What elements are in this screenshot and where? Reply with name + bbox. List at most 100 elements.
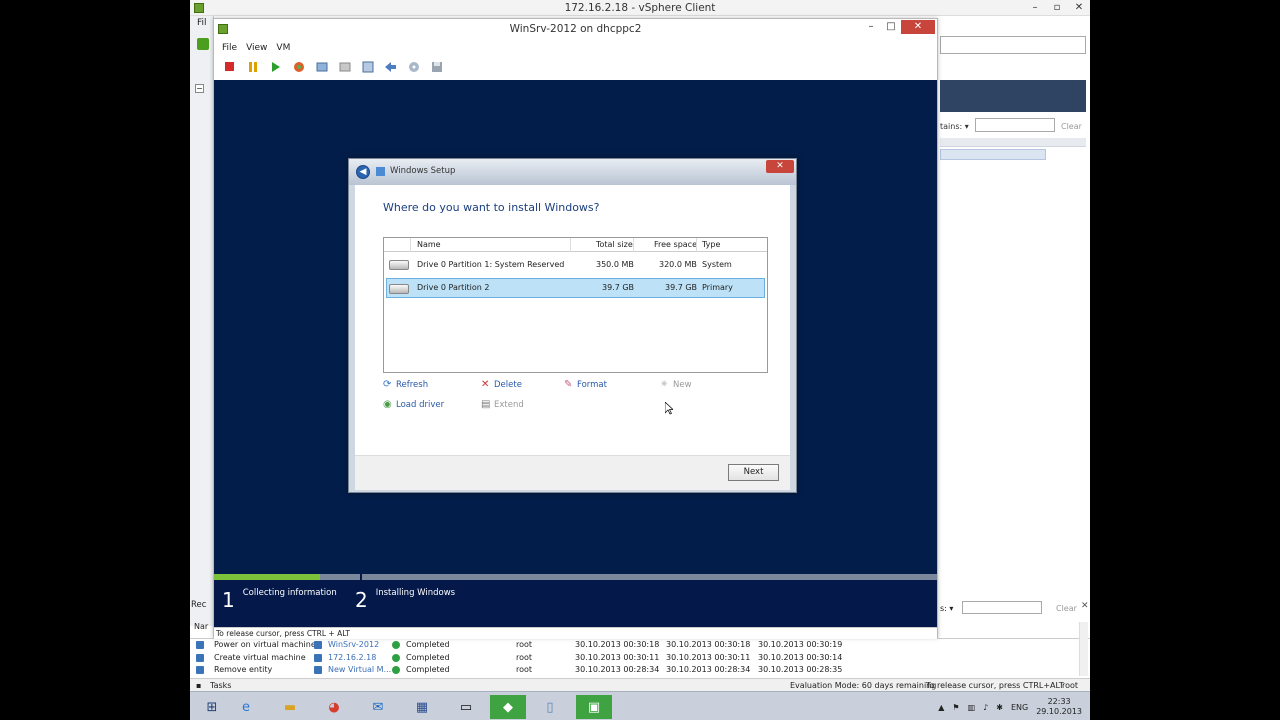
setup-progress-fill: [214, 574, 321, 580]
icon-column-header: [384, 238, 411, 252]
refresh-link[interactable]: ⟳ Refresh: [383, 379, 428, 391]
tasks-filter-input[interactable]: [962, 601, 1042, 614]
outer-minimize-button[interactable]: –: [1024, 0, 1046, 16]
vsphere-client-icon[interactable]: ▣: [576, 695, 612, 719]
task-requested: 30.10.2013 00:30:18: [575, 640, 660, 649]
vm-screen[interactable]: ◀ Windows Setup ✕ Where do you want to i…: [214, 80, 937, 574]
outer-file-menu-fragment[interactable]: Fil: [197, 18, 207, 28]
progress-separator: [360, 574, 362, 580]
new-label: New: [673, 380, 692, 390]
console-toolbar: [222, 59, 444, 74]
column-divider: [570, 238, 571, 252]
tree-collapse-icon[interactable]: −: [195, 84, 204, 93]
step-number: 2: [355, 588, 368, 612]
tray-bluetooth-icon[interactable]: ✱: [996, 703, 1003, 712]
task-status: Completed: [406, 653, 450, 662]
column-header-free-space[interactable]: Free space: [654, 238, 697, 252]
delete-link[interactable]: ✕ Delete: [481, 379, 522, 391]
stop-icon[interactable]: [222, 59, 237, 74]
next-button[interactable]: Next: [728, 464, 779, 481]
outer-title-bar: 172.16.2.18 - vSphere Client – ▫ ✕: [190, 0, 1090, 16]
outer-nav-icon[interactable]: [197, 38, 209, 50]
vsphere-icon[interactable]: ▦: [404, 695, 440, 719]
filter-input[interactable]: [975, 118, 1055, 132]
task-target[interactable]: WinSrv-2012: [328, 639, 379, 651]
filter-clear-link[interactable]: Clear: [1061, 122, 1082, 131]
table-row[interactable]: Power on virtual machine WinSrv-2012 Com…: [196, 639, 1086, 651]
format-link[interactable]: ✎ Format: [564, 380, 607, 391]
completed-icon: [392, 654, 400, 662]
table-row[interactable]: Remove entity New Virtual M... Completed…: [196, 664, 1086, 676]
chrome-icon[interactable]: ◕: [316, 695, 352, 719]
back-arrow-icon[interactable]: ◀: [356, 165, 370, 179]
notepad-icon[interactable]: ▯: [532, 695, 568, 719]
dialog-close-button[interactable]: ✕: [766, 160, 794, 173]
tray-volume-icon[interactable]: ♪: [983, 703, 988, 712]
task-end: 30.10.2013 00:30:14: [758, 653, 843, 662]
extend-link[interactable]: ▤ Extend: [481, 400, 524, 411]
tasks-filter-contains-label[interactable]: s: ▾: [940, 604, 953, 613]
filter-contains-label[interactable]: tains: ▾: [940, 122, 969, 131]
page-title: Where do you want to install Windows?: [383, 201, 600, 214]
step-label: Collecting information: [242, 588, 337, 598]
partition-total-size: 39.7 GB: [602, 283, 635, 292]
format-label: Format: [577, 380, 607, 390]
new-link[interactable]: ✷ New: [660, 380, 692, 391]
manage-snapshots-icon[interactable]: [360, 59, 375, 74]
column-header-name[interactable]: Name: [417, 238, 441, 252]
table-row[interactable]: Create virtual machine 172.16.2.18 Compl…: [196, 652, 1086, 664]
app-icon[interactable]: ◆: [490, 695, 526, 719]
refresh-icon: ⟳: [383, 379, 392, 390]
partition-type: Primary: [702, 283, 733, 292]
tray-network-icon[interactable]: ▥: [968, 703, 976, 712]
name-column-fragment: Nar: [194, 622, 209, 631]
extend-label: Extend: [494, 400, 524, 410]
setup-icon: [376, 167, 385, 176]
tray-flag-icon[interactable]: ⚑: [952, 703, 959, 712]
clock[interactable]: 22:33 29.10.2013: [1036, 697, 1082, 717]
task-target[interactable]: 172.16.2.18: [328, 652, 376, 664]
load-driver-link[interactable]: ◉ Load driver: [383, 400, 444, 411]
clock-date: 29.10.2013: [1036, 707, 1082, 716]
delete-icon: ✕: [481, 379, 490, 390]
start-icon[interactable]: ⊞: [194, 695, 230, 719]
pause-icon[interactable]: [245, 59, 260, 74]
cd-icon[interactable]: [406, 59, 421, 74]
outer-close-button[interactable]: ✕: [1068, 0, 1090, 16]
reset-icon[interactable]: [291, 59, 306, 74]
address-bar[interactable]: [940, 36, 1086, 54]
column-header-total-size[interactable]: Total size: [596, 238, 633, 252]
vm-console-window: WinSrv-2012 on dhcppc2 – □ ✕ File View V…: [213, 18, 938, 639]
console-minimize-button[interactable]: –: [861, 20, 881, 34]
tasks-scrollbar[interactable]: [1079, 622, 1088, 676]
revert-icon[interactable]: [337, 59, 352, 74]
language-indicator[interactable]: ENG: [1011, 703, 1028, 712]
floppy-icon[interactable]: [429, 59, 444, 74]
snapshot-icon[interactable]: [314, 59, 329, 74]
list-item[interactable]: [940, 149, 1046, 160]
task-initiator: root: [516, 640, 533, 649]
table-row[interactable]: Drive 0 Partition 1: System Reserved 350…: [386, 255, 765, 275]
menu-view[interactable]: View: [246, 43, 267, 53]
network-icon[interactable]: [383, 59, 398, 74]
menu-file[interactable]: File: [222, 43, 237, 53]
ie-icon[interactable]: e: [228, 695, 264, 719]
disk-icon: [389, 260, 409, 270]
play-icon[interactable]: [268, 59, 283, 74]
terminal-icon[interactable]: ▭: [448, 695, 484, 719]
console-close-button[interactable]: ✕: [901, 20, 935, 34]
tasks-filter-clear-link[interactable]: Clear: [1056, 604, 1077, 613]
task-target[interactable]: New Virtual M...: [328, 664, 391, 676]
outer-maximize-button[interactable]: ▫: [1046, 0, 1068, 16]
console-maximize-button[interactable]: □: [881, 20, 901, 34]
outer-status-bar: ▪ Tasks Evaluation Mode: 60 days remaini…: [190, 678, 1090, 691]
column-header-type[interactable]: Type: [702, 238, 720, 252]
outlook-icon[interactable]: ✉: [360, 695, 396, 719]
table-row[interactable]: Drive 0 Partition 2 39.7 GB 39.7 GB Prim…: [386, 278, 765, 298]
dialog-body: Where do you want to install Windows? Na…: [355, 185, 790, 455]
menu-vm[interactable]: VM: [276, 43, 290, 53]
explorer-icon[interactable]: ▬: [272, 695, 308, 719]
tray-up-arrow-icon[interactable]: ▲: [938, 703, 944, 712]
close-tasks-icon[interactable]: ✕: [1081, 601, 1089, 611]
clock-time: 22:33: [1047, 697, 1071, 706]
